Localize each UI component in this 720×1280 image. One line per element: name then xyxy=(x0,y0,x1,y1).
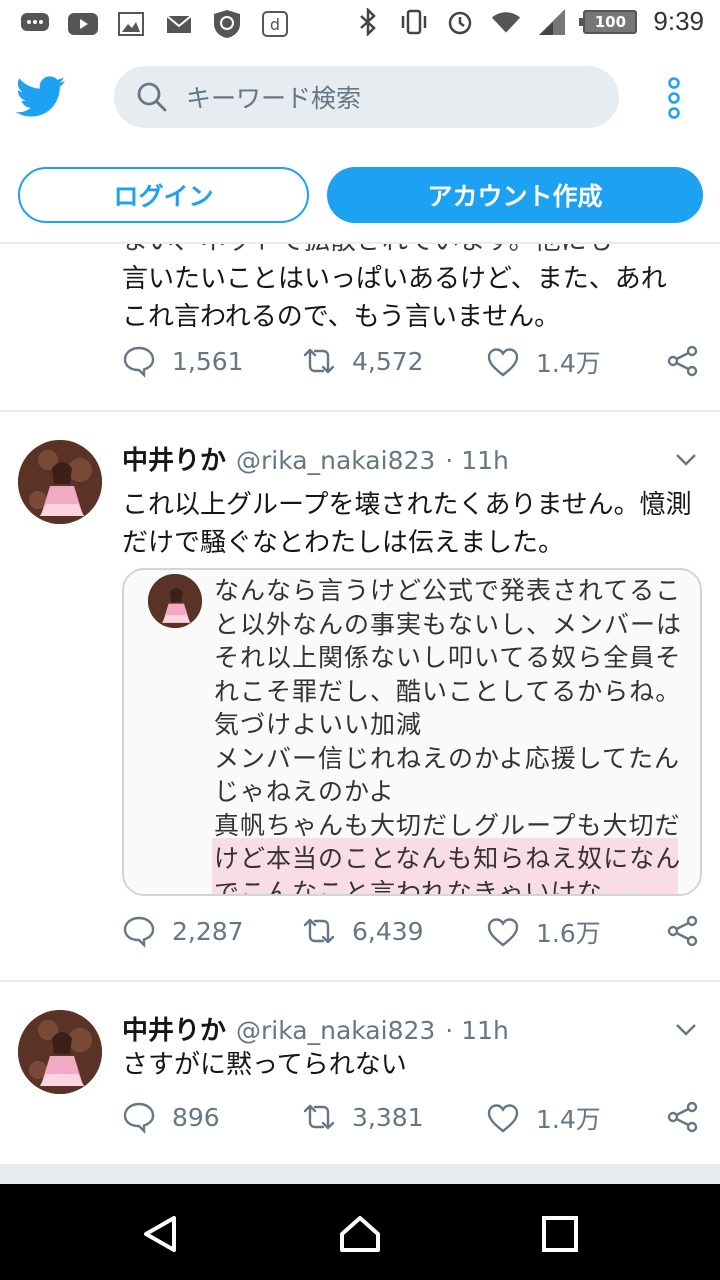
like-action[interactable]: 1.4万 xyxy=(486,344,601,380)
back-icon[interactable] xyxy=(138,1212,182,1256)
tweet-actions: 896 3,381 1.4万 xyxy=(122,1100,702,1140)
like-count: 1.6万 xyxy=(536,919,601,948)
tweet-header: 中井りか @rika_nakai823 · 11h xyxy=(122,440,509,477)
reply-icon xyxy=(123,346,155,378)
tweet[interactable]: まい、ネットで拡散されています。他にも 言いたいことはいっぱいあるけど、また、あ… xyxy=(0,244,720,412)
tweet-text-partial: まい、ネットで拡散されています。他にも xyxy=(122,244,692,260)
chevron-down-icon[interactable] xyxy=(674,452,698,468)
retweet-action[interactable]: 4,572 xyxy=(302,344,424,378)
chat-bubble-icon xyxy=(20,9,50,39)
tweet[interactable]: 中井りか @rika_nakai823 · 11h さすがに黙ってられない 89… xyxy=(0,982,720,1166)
tweet-actions: 1,561 4,572 1.4万 xyxy=(122,344,702,384)
app-header: キーワード検索 xyxy=(0,48,720,148)
avatar[interactable] xyxy=(18,440,102,524)
tweet-actions: 2,287 6,439 1.6万 xyxy=(122,914,702,954)
reply-action[interactable]: 2,287 xyxy=(122,914,244,948)
login-button[interactable]: ログイン xyxy=(18,167,309,223)
avatar-photo xyxy=(18,1010,102,1094)
wifi-icon xyxy=(491,7,521,37)
shield-icon xyxy=(212,9,242,39)
author-handle[interactable]: @rika_nakai823 xyxy=(236,1016,435,1045)
like-action[interactable]: 1.6万 xyxy=(486,914,601,950)
author-name[interactable]: 中井りか xyxy=(122,1010,226,1047)
avatar-photo xyxy=(18,440,102,524)
navigation-bar xyxy=(0,1184,720,1280)
avatar[interactable] xyxy=(18,1010,102,1094)
mail-icon xyxy=(164,9,194,39)
retweet-icon xyxy=(303,918,335,944)
reply-count: 896 xyxy=(172,1102,220,1132)
share-action[interactable] xyxy=(666,1100,700,1134)
like-count: 1.4万 xyxy=(536,1105,601,1134)
heart-icon xyxy=(487,1104,519,1133)
embedded-avatar xyxy=(148,574,202,628)
reply-count: 1,561 xyxy=(172,346,244,376)
feed-bottom-divider xyxy=(0,1166,720,1184)
youtube-icon xyxy=(68,9,98,39)
retweet-icon xyxy=(303,348,335,374)
reply-count: 2,287 xyxy=(172,916,244,946)
tweet[interactable]: 中井りか @rika_nakai823 · 11h これ以上グループを壊されたく… xyxy=(0,412,720,982)
search-icon xyxy=(137,82,167,112)
vibrate-icon xyxy=(399,7,429,37)
svg-text:d: d xyxy=(270,15,280,34)
search-box[interactable]: キーワード検索 xyxy=(114,66,619,128)
share-action[interactable] xyxy=(666,344,700,378)
more-options-icon[interactable] xyxy=(662,76,686,120)
battery-indicator: 100 xyxy=(579,9,638,34)
docomo-icon: d xyxy=(260,9,290,39)
retweet-count: 4,572 xyxy=(352,346,424,376)
share-icon xyxy=(667,345,698,377)
reply-icon xyxy=(123,916,155,948)
like-count: 1.4万 xyxy=(536,349,601,378)
reply-action[interactable]: 896 xyxy=(122,1100,220,1134)
retweet-action[interactable]: 6,439 xyxy=(302,914,424,948)
signup-button[interactable]: アカウント作成 xyxy=(327,167,703,223)
bluetooth-icon xyxy=(353,7,383,37)
status-time: 9:39 xyxy=(653,6,704,36)
tweet-time: · 11h xyxy=(445,446,509,475)
heart-icon xyxy=(487,348,519,377)
like-action[interactable]: 1.4万 xyxy=(486,1100,601,1136)
notification-icons: d xyxy=(20,9,290,39)
embedded-text: なんなら言うけど公式で発表されてること以外なんの事実もないし、メンバーはそれ以上… xyxy=(214,576,683,896)
retweet-icon xyxy=(303,1104,335,1130)
tweet-text: さすがに黙ってられない xyxy=(122,1050,407,1080)
timeline[interactable]: まい、ネットで拡散されています。他にも 言いたいことはいっぱいあるけど、また、あ… xyxy=(0,244,720,1184)
alarm-icon xyxy=(445,7,475,37)
reply-action[interactable]: 1,561 xyxy=(122,344,244,378)
home-icon[interactable] xyxy=(338,1212,382,1256)
search-placeholder: キーワード検索 xyxy=(186,84,362,113)
share-icon xyxy=(667,1101,698,1133)
share-action[interactable] xyxy=(666,914,700,948)
tweet-text: これ以上グループを壊されたくありません。憶測だけで騒ぐなとわたしは伝えました。 xyxy=(122,490,692,558)
image-icon xyxy=(116,9,146,39)
share-icon xyxy=(667,915,698,947)
signal-icon xyxy=(537,7,567,37)
embedded-image[interactable]: なんなら言うけど公式で発表されてること以外なんの事実もないし、メンバーはそれ以上… xyxy=(122,568,702,896)
twitter-logo-icon[interactable] xyxy=(16,76,66,118)
tweet-text: 言いたいことはいっぱいあるけど、また、あれこれ言われるので、もう言いません。 xyxy=(122,264,667,332)
retweet-count: 3,381 xyxy=(352,1102,424,1132)
author-name[interactable]: 中井りか xyxy=(122,440,226,477)
tweet-time: · 11h xyxy=(445,1016,509,1045)
auth-bar: ログイン アカウント作成 xyxy=(0,148,720,244)
reply-icon xyxy=(123,1102,155,1134)
tweet-header: 中井りか @rika_nakai823 · 11h xyxy=(122,1010,509,1047)
chevron-down-icon[interactable] xyxy=(674,1022,698,1038)
heart-icon xyxy=(487,918,519,947)
recents-icon[interactable] xyxy=(538,1212,582,1256)
author-handle[interactable]: @rika_nakai823 xyxy=(236,446,435,475)
system-icons: 100 9:39 xyxy=(353,6,704,37)
retweet-action[interactable]: 3,381 xyxy=(302,1100,424,1134)
retweet-count: 6,439 xyxy=(352,916,424,946)
status-bar: d 100 9:39 xyxy=(0,0,720,48)
